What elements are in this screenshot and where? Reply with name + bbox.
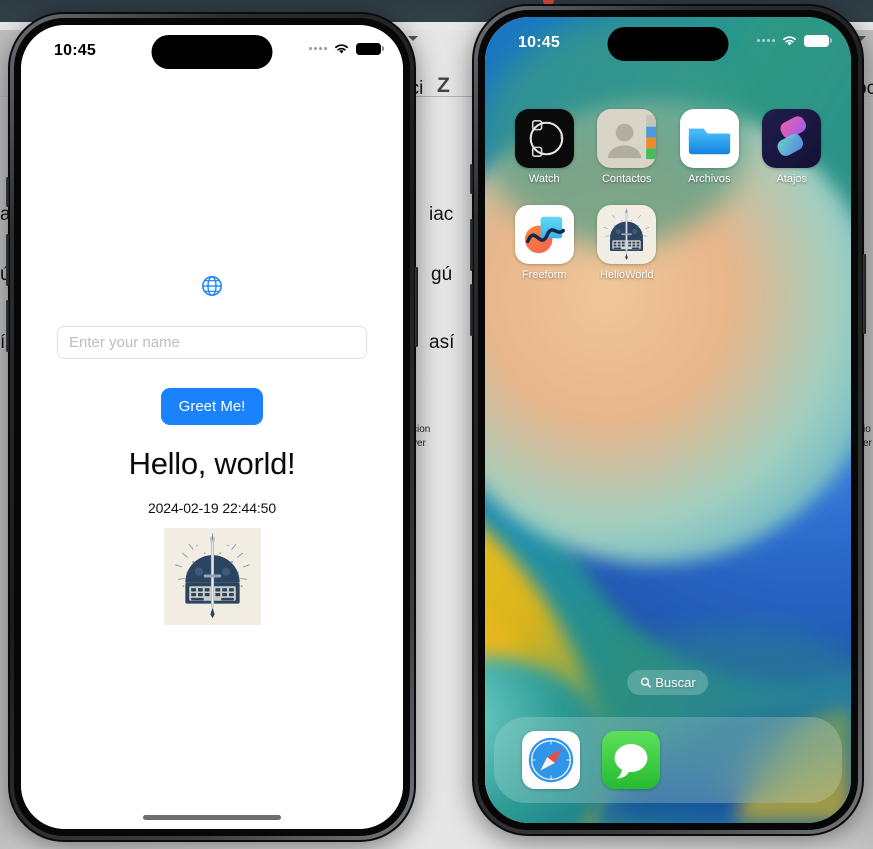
chevron-down-icon[interactable] <box>408 36 418 41</box>
phone-screen-left: Greet Me! Hello, world! 2024-02-19 22:44… <box>21 25 403 829</box>
volume-up-button[interactable] <box>470 219 473 271</box>
app-icon-archivos[interactable]: Archivos <box>668 109 751 185</box>
files-icon[interactable] <box>679 109 739 168</box>
app-icon-contactos[interactable]: Contactos <box>586 109 669 185</box>
app-label: Archivos <box>688 173 731 185</box>
globe-icon <box>202 276 222 296</box>
background-text-fragment: gú <box>431 264 453 285</box>
background-text-fragment: í <box>0 332 6 353</box>
app-icon-helloworld[interactable]: HelloWorld <box>586 205 669 281</box>
home-indicator[interactable] <box>143 815 281 820</box>
hello-world-app: Greet Me! Hello, world! 2024-02-19 22:44… <box>21 25 403 829</box>
home-screen: Watch Contactos Archivos Atajos Freeform… <box>485 17 851 823</box>
search-label: Buscar <box>655 675 696 690</box>
app-icon-atajos[interactable]: Atajos <box>751 109 834 185</box>
shortcuts-icon[interactable] <box>762 109 822 168</box>
power-button[interactable] <box>415 267 418 347</box>
app-logo <box>163 528 261 625</box>
app-label: Atajos <box>776 173 808 185</box>
app-icon-freeform[interactable]: Freeform <box>503 205 586 281</box>
contacts-icon[interactable] <box>597 109 657 168</box>
dock <box>494 717 842 803</box>
app-label: HelloWorld <box>599 269 654 281</box>
background-text-fragment: así <box>429 332 455 353</box>
greeting-text: Hello, world! <box>128 446 296 481</box>
volume-down-button[interactable] <box>470 284 473 336</box>
safari-icon[interactable] <box>522 731 580 789</box>
power-button[interactable] <box>863 254 866 334</box>
mute-switch[interactable] <box>470 164 473 194</box>
watch-icon[interactable] <box>514 109 574 168</box>
name-input[interactable] <box>57 326 367 359</box>
volume-up-button[interactable] <box>6 234 9 286</box>
phone-screen-right: Watch Contactos Archivos Atajos Freeform… <box>485 17 851 823</box>
iphone-device-right: Watch Contactos Archivos Atajos Freeform… <box>470 4 866 836</box>
volume-down-button[interactable] <box>6 300 9 352</box>
freeform-icon[interactable] <box>514 205 574 264</box>
screenshot-root: oci Z ac ú í iac gú así ocı cion ver cio… <box>0 0 873 849</box>
sword-keyboard-emblem-icon <box>163 528 261 625</box>
iphone-device-left: Greet Me! Hello, world! 2024-02-19 22:44… <box>6 12 418 842</box>
sword-keyboard-emblem-icon[interactable] <box>597 205 657 264</box>
app-grid: Watch Contactos Archivos Atajos Freeform… <box>485 109 851 281</box>
background-text-fragment: iac <box>429 204 454 225</box>
search-icon <box>640 677 651 688</box>
mute-switch[interactable] <box>6 177 9 207</box>
app-icon-watch[interactable]: Watch <box>503 109 586 185</box>
timestamp-text: 2024-02-19 22:44:50 <box>147 500 277 516</box>
app-label: Contactos <box>601 173 652 185</box>
app-label: Freeform <box>521 269 567 281</box>
background-text-fragment: Z <box>437 74 450 97</box>
app-label: Watch <box>528 173 560 185</box>
greet-me-button[interactable]: Greet Me! <box>160 388 264 425</box>
search-pill[interactable]: Buscar <box>627 670 709 695</box>
messages-icon[interactable] <box>602 731 660 789</box>
